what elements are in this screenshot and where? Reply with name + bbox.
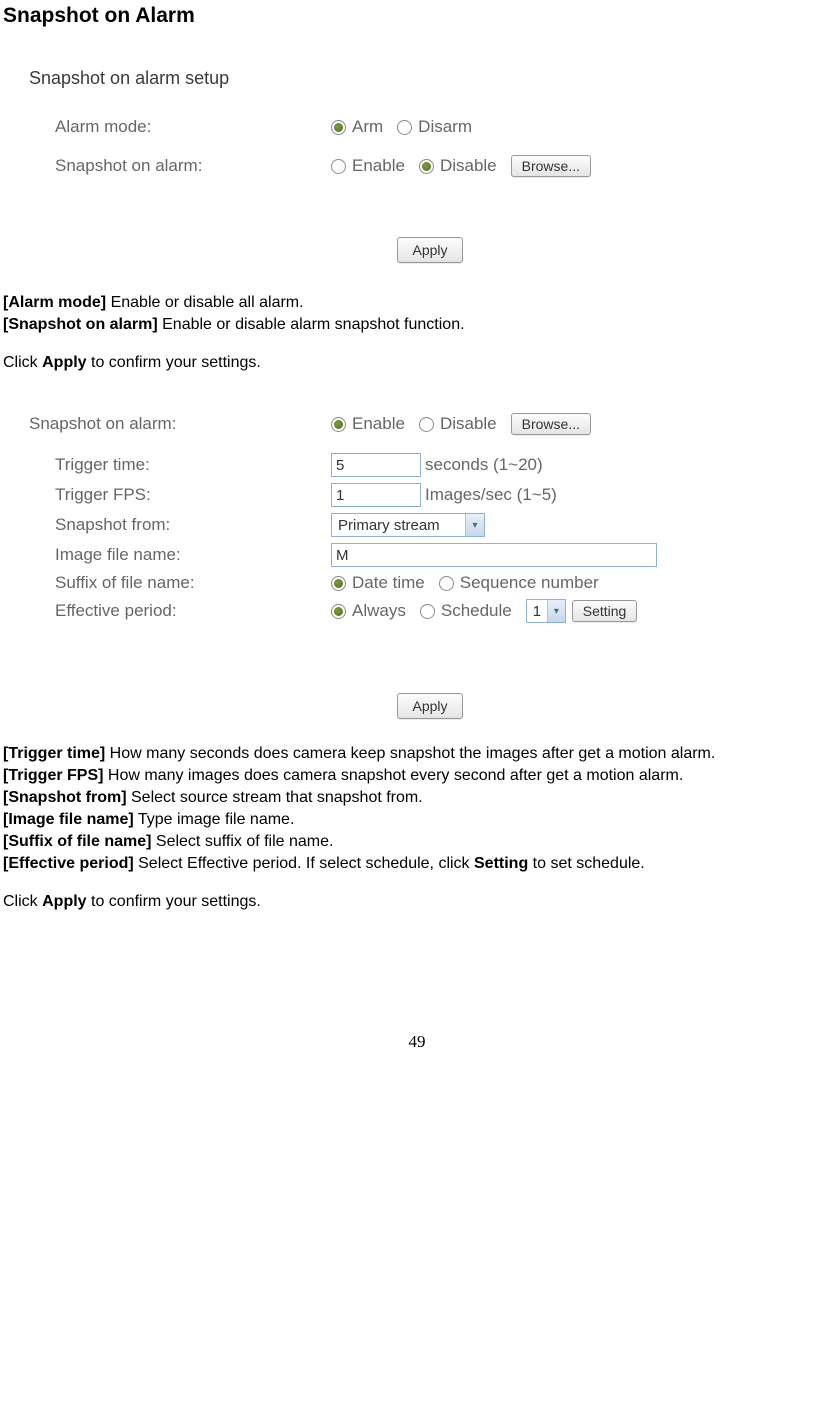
browse-button[interactable]: Browse... bbox=[511, 413, 591, 435]
setup-panel-2: Snapshot on alarm: Enable Disable Browse… bbox=[29, 413, 831, 719]
text: Enable or disable all alarm. bbox=[106, 294, 303, 311]
row-snapshot-from: Snapshot from: Primary stream ▾ bbox=[29, 513, 831, 537]
radio-icon bbox=[419, 417, 434, 432]
label-effective-period: Effective period: bbox=[55, 601, 331, 621]
setting-button[interactable]: Setting bbox=[572, 600, 638, 622]
row-suffix: Suffix of file name: Date time Sequence … bbox=[29, 573, 831, 593]
radio-icon bbox=[331, 120, 346, 135]
description-block-1: [Alarm mode] Enable or disable all alarm… bbox=[3, 293, 831, 373]
text: to confirm your settings. bbox=[87, 354, 261, 371]
text: Select suffix of file name. bbox=[151, 833, 333, 850]
radio-label: Disable bbox=[440, 414, 497, 434]
trigger-time-input[interactable] bbox=[331, 453, 421, 477]
term-image-file-name: [Image file name] bbox=[3, 811, 134, 828]
label-trigger-time: Trigger time: bbox=[55, 455, 331, 475]
radio-icon bbox=[331, 159, 346, 174]
chevron-down-icon: ▾ bbox=[547, 600, 565, 622]
radio-icon bbox=[397, 120, 412, 135]
text: to confirm your settings. bbox=[87, 893, 261, 910]
radio-disable[interactable]: Disable bbox=[419, 156, 497, 176]
radio-label: Date time bbox=[352, 573, 425, 593]
apply-button[interactable]: Apply bbox=[397, 693, 462, 719]
radio-icon bbox=[420, 604, 435, 619]
hint-trigger-time: seconds (1~20) bbox=[425, 455, 543, 475]
text: to set schedule. bbox=[528, 855, 645, 872]
radio-disable[interactable]: Disable bbox=[419, 414, 497, 434]
text: Click bbox=[3, 354, 42, 371]
text: How many seconds does camera keep snapsh… bbox=[105, 745, 715, 762]
text: How many images does camera snapshot eve… bbox=[103, 767, 683, 784]
label-snapshot-on-alarm: Snapshot on alarm: bbox=[55, 156, 331, 176]
image-file-name-input[interactable] bbox=[331, 543, 657, 567]
row-snapshot-on-alarm: Snapshot on alarm: Enable Disable Browse… bbox=[29, 155, 831, 177]
term-apply: Apply bbox=[42, 893, 86, 910]
term-setting: Setting bbox=[474, 855, 528, 872]
select-value: 1 bbox=[527, 603, 547, 620]
term-alarm-mode: [Alarm mode] bbox=[3, 294, 106, 311]
label-suffix: Suffix of file name: bbox=[55, 573, 331, 593]
text: Select source stream that snapshot from. bbox=[127, 789, 423, 806]
term-apply: Apply bbox=[42, 354, 86, 371]
radio-schedule[interactable]: Schedule bbox=[420, 601, 512, 621]
apply-wrap: Apply bbox=[29, 237, 831, 263]
term-trigger-fps: [Trigger FPS] bbox=[3, 767, 103, 784]
row-alarm-mode: Alarm mode: Arm Disarm bbox=[29, 117, 831, 137]
radio-label: Arm bbox=[352, 117, 383, 137]
page-number: 49 bbox=[3, 1032, 831, 1052]
radio-date-time[interactable]: Date time bbox=[331, 573, 425, 593]
radio-icon bbox=[331, 604, 346, 619]
label-alarm-mode: Alarm mode: bbox=[55, 117, 331, 137]
radio-enable[interactable]: Enable bbox=[331, 156, 405, 176]
text: Click bbox=[3, 893, 42, 910]
radio-icon bbox=[331, 576, 346, 591]
radio-label: Disable bbox=[440, 156, 497, 176]
radio-enable[interactable]: Enable bbox=[331, 414, 405, 434]
term-suffix: [Suffix of file name] bbox=[3, 833, 151, 850]
snapshot-from-select[interactable]: Primary stream ▾ bbox=[331, 513, 485, 537]
term-snapshot-on-alarm: [Snapshot on alarm] bbox=[3, 316, 158, 333]
row-image-file-name: Image file name: bbox=[29, 543, 831, 567]
radio-label: Disarm bbox=[418, 117, 472, 137]
description-block-2: [Trigger time] How many seconds does cam… bbox=[3, 744, 831, 912]
radio-icon bbox=[419, 159, 434, 174]
browse-button[interactable]: Browse... bbox=[511, 155, 591, 177]
label-trigger-fps: Trigger FPS: bbox=[55, 485, 331, 505]
row-trigger-fps: Trigger FPS: Images/sec (1~5) bbox=[29, 483, 831, 507]
schedule-select[interactable]: 1 ▾ bbox=[526, 599, 566, 623]
radio-disarm[interactable]: Disarm bbox=[397, 117, 472, 137]
apply-wrap: Apply bbox=[29, 693, 831, 719]
hint-trigger-fps: Images/sec (1~5) bbox=[425, 485, 557, 505]
row-snapshot-on-alarm-2: Snapshot on alarm: Enable Disable Browse… bbox=[29, 413, 831, 435]
term-effective-period: [Effective period] bbox=[3, 855, 134, 872]
radio-icon bbox=[439, 576, 454, 591]
radio-label: Schedule bbox=[441, 601, 512, 621]
setup-panel-1: Snapshot on alarm setup Alarm mode: Arm … bbox=[29, 68, 831, 263]
text: Type image file name. bbox=[134, 811, 295, 828]
label-snapshot-from: Snapshot from: bbox=[55, 515, 331, 535]
label-image-file-name: Image file name: bbox=[55, 545, 331, 565]
text: Enable or disable alarm snapshot functio… bbox=[158, 316, 465, 333]
page-title: Snapshot on Alarm bbox=[3, 4, 831, 28]
radio-label: Sequence number bbox=[460, 573, 599, 593]
chevron-down-icon: ▾ bbox=[465, 514, 484, 536]
trigger-fps-input[interactable] bbox=[331, 483, 421, 507]
radio-label: Enable bbox=[352, 156, 405, 176]
panel-header: Snapshot on alarm setup bbox=[29, 68, 831, 89]
term-trigger-time: [Trigger time] bbox=[3, 745, 105, 762]
row-trigger-time: Trigger time: seconds (1~20) bbox=[29, 453, 831, 477]
radio-arm[interactable]: Arm bbox=[331, 117, 383, 137]
radio-icon bbox=[331, 417, 346, 432]
select-value: Primary stream bbox=[332, 517, 465, 534]
radio-sequence-number[interactable]: Sequence number bbox=[439, 573, 599, 593]
row-effective-period: Effective period: Always Schedule 1 ▾ Se… bbox=[29, 599, 831, 623]
radio-label: Always bbox=[352, 601, 406, 621]
text: Select Effective period. If select sched… bbox=[134, 855, 474, 872]
radio-label: Enable bbox=[352, 414, 405, 434]
label-snapshot-on-alarm: Snapshot on alarm: bbox=[29, 414, 331, 434]
radio-always[interactable]: Always bbox=[331, 601, 406, 621]
apply-button[interactable]: Apply bbox=[397, 237, 462, 263]
term-snapshot-from: [Snapshot from] bbox=[3, 789, 127, 806]
